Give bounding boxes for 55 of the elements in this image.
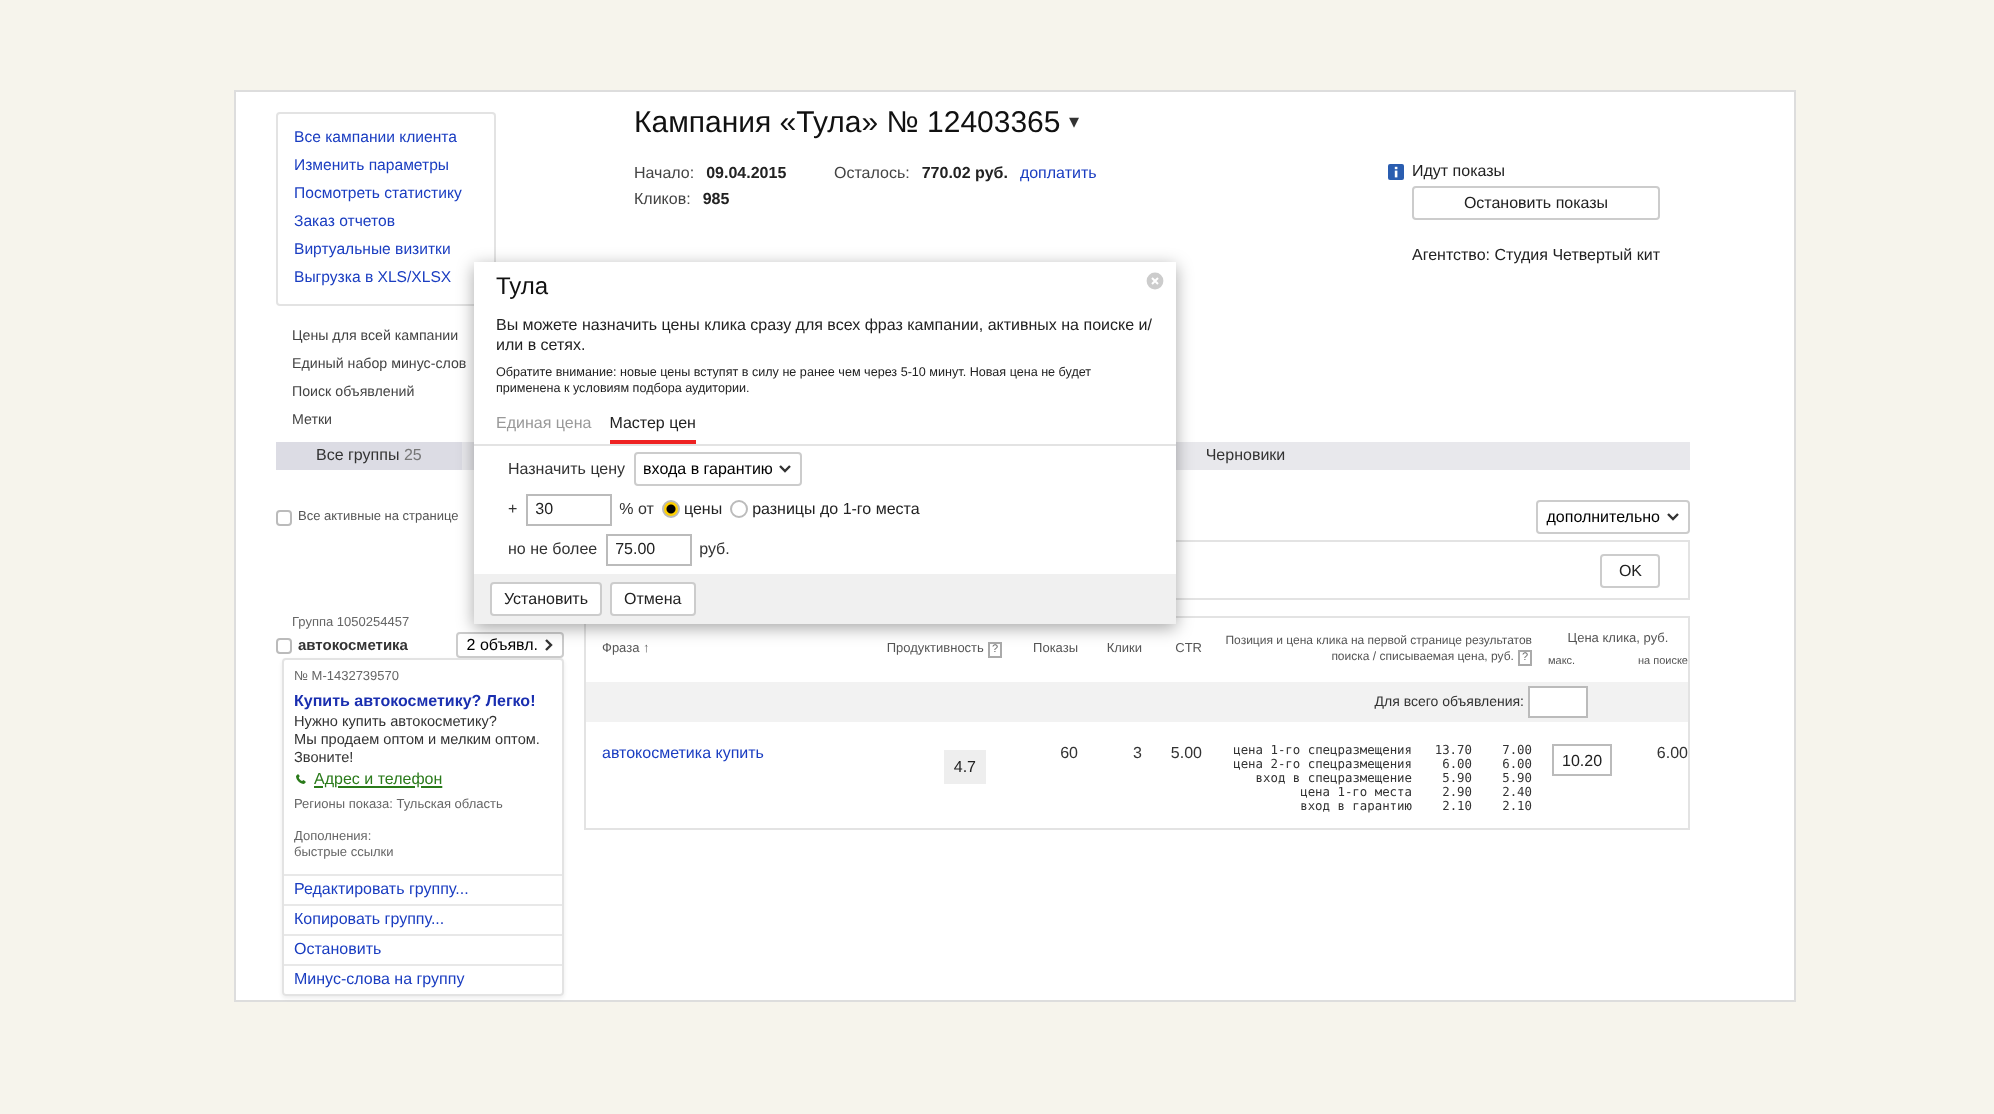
close-icon[interactable]: [1146, 272, 1164, 290]
balance-label: Осталось:: [834, 162, 910, 186]
plus-sign: +: [508, 500, 518, 519]
stop-button[interactable]: Остановить показы: [1412, 186, 1660, 220]
max-bid-field[interactable]: 10.20: [1552, 744, 1612, 776]
info-icon: [1388, 163, 1404, 179]
group-action-link[interactable]: Остановить: [284, 934, 562, 964]
limit-label: но не более: [508, 540, 598, 559]
stat-label: Начало:: [634, 162, 695, 186]
chevron-right-icon: [544, 638, 554, 652]
dialog-tab[interactable]: Мастер цен: [609, 413, 696, 444]
dialog-button[interactable]: Отмена: [610, 581, 696, 616]
productivity-value: 4.7: [943, 750, 986, 784]
stat-value: 985: [702, 188, 730, 212]
currency-label: руб.: [699, 540, 730, 559]
shows-cell-text: 60: [1058, 744, 1078, 762]
ctr-cell-text: 5.00: [1168, 744, 1202, 762]
dialog-title: Тула: [496, 272, 549, 300]
dialog-button[interactable]: Установить: [490, 581, 602, 616]
radio-label: цены: [683, 500, 723, 519]
ok-button[interactable]: OK: [1600, 553, 1660, 587]
status-text: Идут показы: [1412, 162, 1506, 180]
search-price-cell-text: 6.00: [1654, 744, 1688, 762]
group-action-link[interactable]: Копировать группу...: [284, 904, 562, 934]
phone-icon: [294, 772, 308, 786]
radio-button[interactable]: [661, 500, 680, 519]
group-action-link[interactable]: Минус-слова на группу: [284, 964, 562, 994]
set-price-label: Назначить цену: [508, 459, 626, 478]
contact-link[interactable]: Адрес и телефон: [314, 770, 443, 788]
top-up-link[interactable]: доплатить: [1019, 162, 1097, 186]
radio-label: разницы до 1-го места: [752, 500, 920, 519]
percent-field[interactable]: 30: [525, 493, 612, 526]
group-action-link[interactable]: Редактировать группу...: [284, 874, 562, 904]
radio-button[interactable]: [730, 500, 749, 519]
campaign-menu-caret[interactable]: ▾: [1068, 110, 1079, 134]
dialog-description: Вы можете назначить цены клика сразу для всех фраз кампании, активных на поиске и/или в сетях.: [494, 316, 1154, 356]
percent-of-label: % от: [619, 500, 654, 519]
ads-button[interactable]: 2 объявл.: [456, 632, 564, 658]
group-tab[interactable]: Все группы 25: [276, 442, 462, 470]
chevron-down-icon: [778, 463, 793, 474]
price-mode-dropdown[interactable]: входа в гарантию: [633, 451, 803, 486]
limit-field[interactable]: 75.00: [605, 533, 692, 566]
chevron-down-icon: [1666, 512, 1680, 522]
bulk-price-field[interactable]: [1528, 686, 1588, 718]
stat-label: Кликов:: [634, 188, 691, 212]
agency-text: Агентство: Студия Четвертый кит: [1412, 246, 1660, 264]
stat-value: 09.04.2015: [706, 162, 787, 186]
clicks-cell-text: 3: [1131, 744, 1142, 762]
balance-value: 770.02 руб.: [921, 162, 1008, 186]
campaign-title: Кампания «Тула» № 12403365: [634, 105, 1061, 139]
phrase-link[interactable]: автокосметика купить: [602, 744, 764, 762]
checkbox[interactable]: [276, 509, 292, 525]
checkbox[interactable]: [276, 637, 292, 653]
more-dropdown[interactable]: дополнительно: [1536, 500, 1690, 534]
ad-title[interactable]: Купить автокосметику? Легко!: [294, 692, 552, 712]
